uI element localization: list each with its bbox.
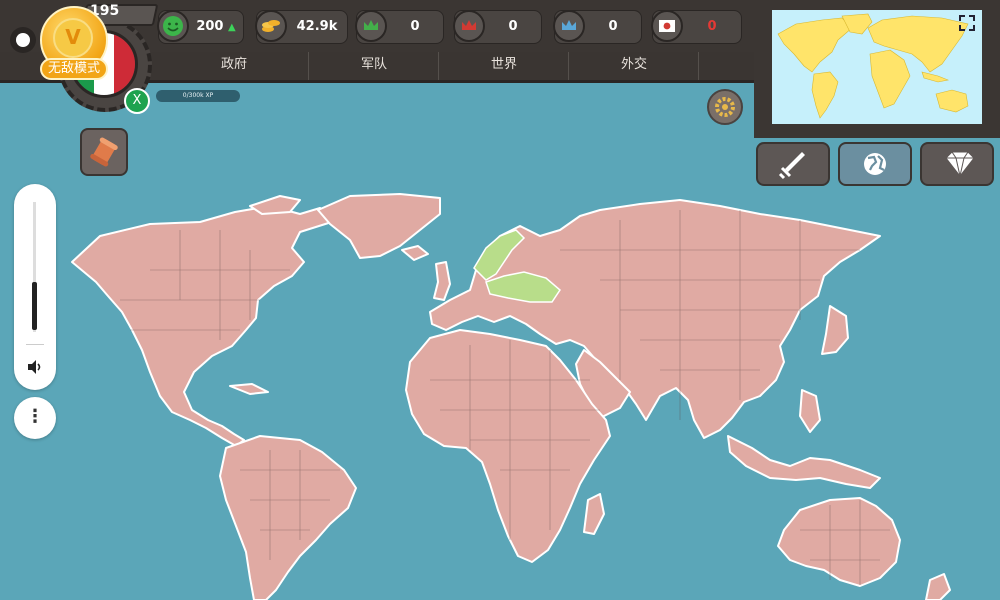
scroll-button[interactable] (80, 128, 128, 176)
invincible-mode-label[interactable]: 无敌模式 (40, 58, 108, 80)
tab-diplomacy[interactable]: 外交 (570, 52, 699, 80)
philippines[interactable] (799, 389, 821, 433)
shop-button[interactable] (920, 142, 994, 186)
japan-flag-value: 0 (707, 19, 717, 34)
red-crown-icon (453, 10, 485, 42)
gold-value: 42.9k (296, 19, 338, 34)
sea-islands[interactable] (727, 435, 881, 489)
red-crown-value: 0 (508, 19, 518, 34)
speaker-icon[interactable] (26, 358, 44, 376)
trend-up-icon: ▲ (227, 22, 236, 33)
new-zealand[interactable] (925, 573, 951, 600)
australia[interactable] (777, 497, 901, 587)
iceland[interactable] (401, 245, 429, 261)
caribbean[interactable] (229, 383, 269, 395)
tab-world[interactable]: 世界 (440, 52, 569, 80)
japan-flag-stat[interactable]: 0 (651, 10, 742, 44)
xp-text: 0/300k XP (182, 92, 214, 99)
diamond-icon (945, 151, 975, 177)
tab-government[interactable]: 政府 (160, 52, 309, 80)
gear-icon (715, 97, 735, 117)
happiness-value: 200 (196, 19, 224, 34)
settings-button[interactable] (707, 89, 743, 125)
blue-crown-value: 0 (608, 19, 618, 34)
more-vertical-icon[interactable]: ⋮ (14, 397, 56, 439)
japan[interactable] (821, 305, 849, 355)
globe-icon (864, 153, 886, 175)
gold-icon (255, 10, 287, 42)
uk[interactable] (433, 261, 451, 301)
tab-military[interactable]: 军队 (310, 52, 439, 80)
green-crown-value: 0 (410, 19, 420, 34)
madagascar[interactable] (583, 493, 605, 535)
south-america[interactable] (219, 435, 357, 600)
expand-icon[interactable] (958, 14, 976, 32)
zoom-slider-handle[interactable] (32, 282, 37, 330)
gold-stat[interactable]: 42.9k ▼ (255, 10, 348, 65)
war-button[interactable] (756, 142, 830, 186)
red-crown-stat[interactable]: 0 (453, 10, 542, 44)
world-button[interactable] (838, 142, 912, 186)
scroll-icon (90, 137, 118, 167)
record-button[interactable] (10, 27, 36, 53)
blue-crown-icon (553, 10, 585, 42)
north-america[interactable] (71, 205, 339, 447)
sword-icon (778, 152, 805, 180)
minimap[interactable] (772, 10, 982, 124)
happiness-icon (157, 10, 189, 42)
happiness-stat[interactable]: 200 ▲ (157, 10, 244, 44)
x-button[interactable]: X (124, 88, 150, 114)
divider (26, 344, 44, 345)
japan-flag-icon (651, 10, 683, 42)
green-crown-icon (355, 10, 387, 42)
vip-letter: V (53, 18, 93, 58)
blue-crown-stat[interactable]: 0 (553, 10, 642, 44)
green-crown-stat[interactable]: 0 (355, 10, 444, 44)
